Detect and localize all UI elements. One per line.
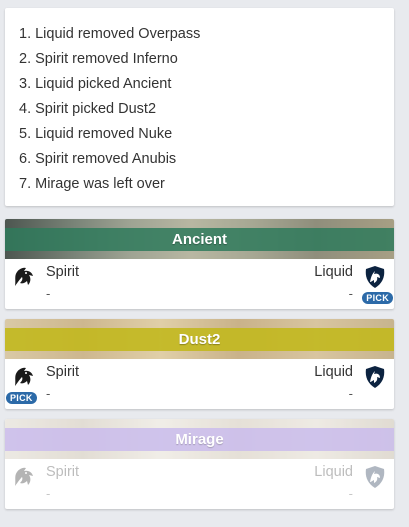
team-left: Spirit - <box>5 259 195 309</box>
team-name: Liquid <box>314 364 353 380</box>
pick-badge: PICK <box>362 292 393 304</box>
veto-list-box: 1. Liquid removed Overpass 2. Spirit rem… <box>5 8 394 206</box>
team-score: - <box>46 486 51 501</box>
map-name: Ancient <box>171 231 227 248</box>
veto-step: 7. Mirage was left over <box>19 176 165 192</box>
liquid-horse-icon <box>365 366 385 388</box>
veto-step: 4. Spirit picked Dust2 <box>19 101 157 117</box>
spirit-dragon-icon <box>15 367 33 386</box>
map-name: Mirage <box>175 431 224 448</box>
map-card-dust2[interactable]: Dust2 Spirit - PICK Liquid - <box>5 319 394 409</box>
team-score: - <box>348 286 353 301</box>
team-name: Spirit <box>46 264 80 280</box>
map-banner: Mirage <box>5 419 394 459</box>
team-right: Liquid - PICK <box>204 259 394 309</box>
veto-list: 1. Liquid removed Overpass 2. Spirit rem… <box>19 22 394 197</box>
veto-step: 6. Spirit removed Anubis <box>19 151 177 167</box>
team-name: Spirit <box>46 364 80 380</box>
team-score: - <box>348 386 353 401</box>
team-score: - <box>348 486 353 501</box>
team-left: Spirit - <box>5 459 195 509</box>
map-name: Dust2 <box>178 331 221 348</box>
spirit-dragon-icon <box>15 467 33 486</box>
team-name: Liquid <box>314 264 353 280</box>
team-name: Liquid <box>314 464 353 480</box>
liquid-horse-icon <box>365 466 385 488</box>
veto-step: 3. Liquid picked Ancient <box>19 76 172 92</box>
map-card-mirage[interactable]: Mirage Spirit - Liquid - <box>5 419 394 509</box>
liquid-horse-icon <box>365 266 385 288</box>
veto-step: 1. Liquid removed Overpass <box>19 26 201 42</box>
map-card-ancient[interactable]: Ancient Spirit - Liquid - PICK <box>5 219 394 309</box>
team-name: Spirit <box>46 464 80 480</box>
map-banner: Dust2 <box>5 319 394 359</box>
team-right: Liquid - <box>204 459 394 509</box>
team-left: Spirit - PICK <box>5 359 195 409</box>
veto-step: 5. Liquid removed Nuke <box>19 126 173 142</box>
spirit-dragon-icon <box>15 267 33 286</box>
team-score: - <box>46 386 51 401</box>
map-banner: Ancient <box>5 219 394 259</box>
team-score: - <box>46 286 51 301</box>
pick-badge: PICK <box>6 392 37 404</box>
veto-step: 2. Spirit removed Inferno <box>19 51 178 67</box>
team-right: Liquid - <box>204 359 394 409</box>
